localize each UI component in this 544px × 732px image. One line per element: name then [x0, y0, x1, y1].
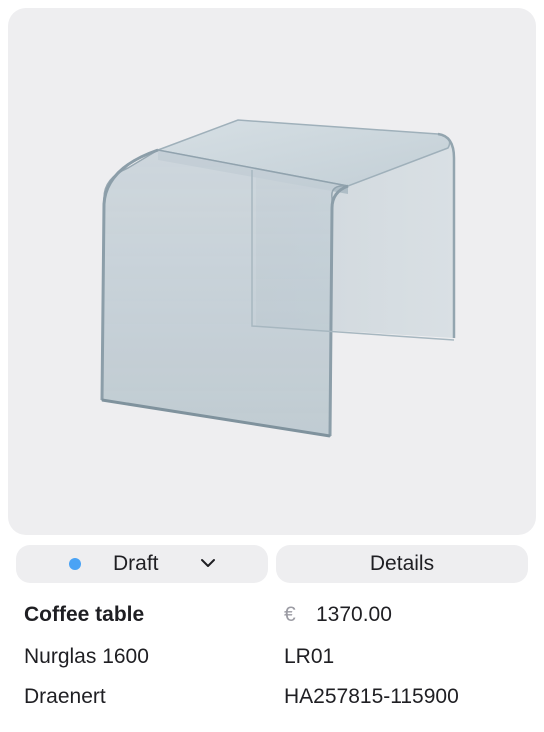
details-button-label: Details: [369, 552, 435, 575]
room-code: LR01: [284, 645, 335, 668]
status-dot-icon: [69, 558, 81, 570]
product-card: Draft Details Coffee table Nurglas 1600 …: [0, 0, 544, 732]
product-brand: Draenert: [24, 685, 106, 708]
currency-symbol: €: [284, 603, 296, 626]
product-name: Coffee table: [24, 603, 145, 626]
product-price: 1370.00: [316, 603, 392, 626]
product-image[interactable]: [8, 8, 536, 535]
article-number: HA257815-115900: [284, 685, 459, 708]
details-button[interactable]: Details: [276, 545, 528, 583]
glass-table-illustration: [100, 119, 456, 438]
product-model: Nurglas 1600: [24, 645, 149, 668]
chevron-down-icon[interactable]: [199, 556, 217, 570]
status-label: Draft: [113, 552, 159, 575]
